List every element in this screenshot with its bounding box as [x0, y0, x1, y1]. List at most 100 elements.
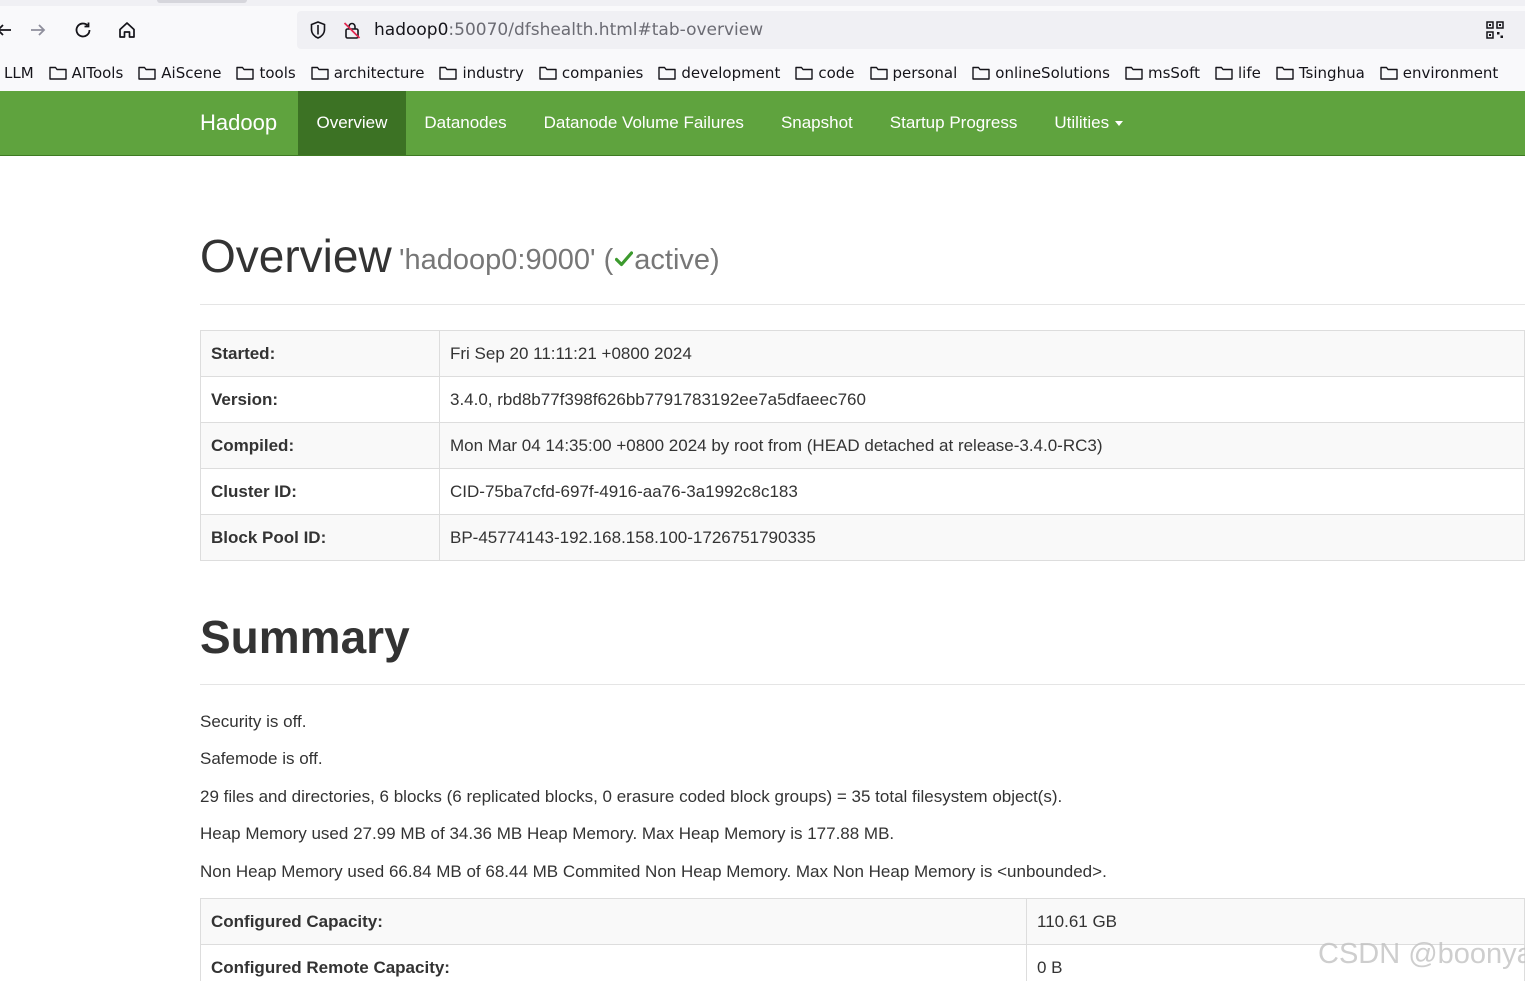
overview-subtitle: 'hadoop0:9000' ( active): [399, 244, 720, 277]
home-icon[interactable]: [115, 18, 139, 42]
row-value: BP-45774143-192.168.158.100-172675179033…: [439, 514, 1525, 561]
folder-icon: [1380, 66, 1398, 80]
bookmark-folder-personal[interactable]: personal: [869, 63, 958, 82]
filesystem-objects: 29 files and directories, 6 blocks (6 re…: [200, 787, 1063, 806]
security-status: Security is off.: [200, 712, 307, 731]
bookmark-folder-architecture[interactable]: architecture: [310, 63, 425, 82]
folder-icon: [869, 66, 888, 80]
insecure-lock-icon[interactable]: [342, 20, 362, 45]
bookmark-folder-companies[interactable]: companies: [539, 64, 643, 82]
bookmark-folder-mssoft[interactable]: msSoft: [1125, 64, 1200, 82]
row-label: Cluster ID:: [200, 468, 440, 515]
bookmark-label: code: [818, 63, 855, 82]
table-row: Cluster ID: CID-75ba7cfd-697f-4916-aa76-3…: [200, 468, 1525, 515]
active-tab-indicator[interactable]: [157, 0, 247, 3]
bookmark-folder-onlinesolutions[interactable]: onlineSolutions: [972, 64, 1110, 82]
nav-snapshot[interactable]: Snapshot: [762, 91, 871, 155]
folder-icon: [439, 66, 458, 80]
non-heap-memory: Non Heap Memory used 66.84 MB of 68.44 M…: [200, 862, 1107, 881]
nav-datanodes[interactable]: Datanodes: [406, 91, 525, 155]
bookmark-folder-aiscene[interactable]: AiScene: [138, 64, 221, 82]
qr-code-icon[interactable]: [1485, 20, 1505, 45]
reload-icon[interactable]: [71, 18, 95, 42]
caret-down-icon: [1115, 121, 1124, 127]
url-host: hadoop0: [374, 20, 449, 40]
folder-icon: [658, 66, 677, 80]
bookmark-label: architecture: [333, 63, 425, 82]
back-arrow-icon[interactable]: [0, 18, 16, 42]
bookmark-label: industry: [462, 63, 524, 82]
address-bar[interactable]: hadoop0:50070/dfshealth.html#tab-overvie…: [297, 11, 1525, 49]
forward-arrow-icon[interactable]: [26, 18, 50, 42]
safemode-status: Safemode is off.: [200, 749, 323, 768]
row-label: Block Pool ID:: [200, 514, 440, 561]
bookmark-folder-industry[interactable]: industry: [439, 63, 524, 82]
tracking-shield-icon[interactable]: [308, 20, 328, 45]
summary-title: Summary: [200, 611, 410, 663]
bookmark-label: msSoft: [1147, 63, 1201, 82]
bookmark-folder-tools[interactable]: tools: [236, 63, 296, 82]
row-label: Configured Remote Capacity:: [200, 944, 1027, 981]
row-label: Compiled:: [200, 422, 440, 469]
bookmark-label: AiScene: [161, 63, 222, 82]
bookmark-label: personal: [892, 63, 958, 82]
table-row: Version: 3.4.0, rbd8b77f398f626bb77917831…: [200, 376, 1525, 423]
row-value: Fri Sep 20 11:11:21 +0800 2024: [439, 330, 1525, 377]
bookmark-label: tools: [259, 63, 296, 82]
overview-header: Overview 'hadoop0:9000' ( active): [200, 229, 1525, 305]
url-text[interactable]: hadoop0:50070/dfshealth.html#tab-overvie…: [374, 20, 763, 40]
bookmark-label: Tsinghua: [1298, 63, 1365, 82]
url-path: :50070/dfshealth.html#tab-overview: [448, 20, 764, 40]
folder-icon: [310, 66, 329, 80]
namenode-host: 'hadoop0:9000' (: [399, 244, 614, 276]
folder-icon: [48, 66, 67, 80]
row-value: CID-75ba7cfd-697f-4916-aa76-3a1992c8c183: [439, 468, 1525, 515]
bookmark-label: development: [681, 63, 781, 82]
summary-divider: [200, 684, 1525, 685]
row-label: Version:: [200, 376, 440, 423]
folder-icon: [236, 66, 255, 80]
namenode-state: active): [634, 244, 720, 276]
nav-menu: Overview Datanodes Datanode Volume Failu…: [298, 91, 1142, 155]
folder-icon: [1276, 66, 1294, 80]
table-row: Compiled: Mon Mar 04 14:35:00 +0800 2024 …: [200, 422, 1525, 469]
bookmark-folder-environment[interactable]: environment: [1380, 63, 1499, 82]
folder-icon: [1215, 66, 1233, 80]
folder-icon: [1125, 66, 1143, 80]
bookmark-folder-development[interactable]: development: [658, 64, 780, 82]
bookmark-folder-life[interactable]: life: [1215, 64, 1261, 82]
row-label: Started:: [200, 330, 440, 377]
nav-overview[interactable]: Overview: [298, 91, 406, 155]
table-row: Block Pool ID: BP-45774143-192.168.158.10…: [200, 514, 1525, 561]
overview-title: Overview: [200, 230, 392, 282]
folder-icon: [138, 66, 156, 80]
checkmark-icon: [615, 251, 634, 267]
nav-startup-progress[interactable]: Startup Progress: [871, 91, 1036, 155]
bookmark-folder-code[interactable]: code: [795, 63, 855, 82]
bookmark-label: LLM: [4, 63, 34, 82]
utilities-label: Utilities: [1054, 113, 1110, 132]
overview-table: Started: Fri Sep 20 11:11:21 +0800 2024 V…: [200, 330, 1525, 561]
nav-datanode-volume-failures[interactable]: Datanode Volume Failures: [525, 91, 762, 155]
bookmark-folder-tsinghua[interactable]: Tsinghua: [1276, 64, 1365, 82]
bookmarks-bar: LLM AITools AiScene tools architecture i…: [0, 54, 1525, 91]
hadoop-navbar: Hadoop Overview Datanodes Datanode Volum…: [0, 91, 1525, 156]
heap-memory: Heap Memory used 27.99 MB of 34.36 MB He…: [200, 824, 895, 843]
folder-icon: [972, 66, 990, 80]
bookmark-label: onlineSolutions: [995, 63, 1110, 82]
table-row: Started: Fri Sep 20 11:11:21 +0800 2024: [200, 330, 1525, 377]
row-label: Configured Capacity:: [200, 898, 1027, 945]
bookmark-llm[interactable]: LLM: [4, 64, 34, 82]
bookmark-label: environment: [1402, 63, 1499, 82]
bookmark-label: companies: [561, 63, 644, 82]
folder-icon: [795, 66, 814, 80]
csdn-watermark: CSDN @boonya: [1318, 938, 1525, 970]
bookmark-folder-aitools[interactable]: AITools: [48, 63, 124, 82]
row-value: 3.4.0, rbd8b77f398f626bb7791783192ee7a5d…: [439, 376, 1525, 423]
browser-toolbar: hadoop0:50070/dfshealth.html#tab-overvie…: [0, 6, 1525, 54]
bookmark-label: AITools: [71, 63, 124, 82]
nav-utilities-dropdown[interactable]: Utilities: [1036, 91, 1142, 155]
row-value: Mon Mar 04 14:35:00 +0800 2024 by root f…: [439, 422, 1525, 469]
brand-link[interactable]: Hadoop: [200, 91, 277, 155]
folder-icon: [539, 66, 557, 80]
